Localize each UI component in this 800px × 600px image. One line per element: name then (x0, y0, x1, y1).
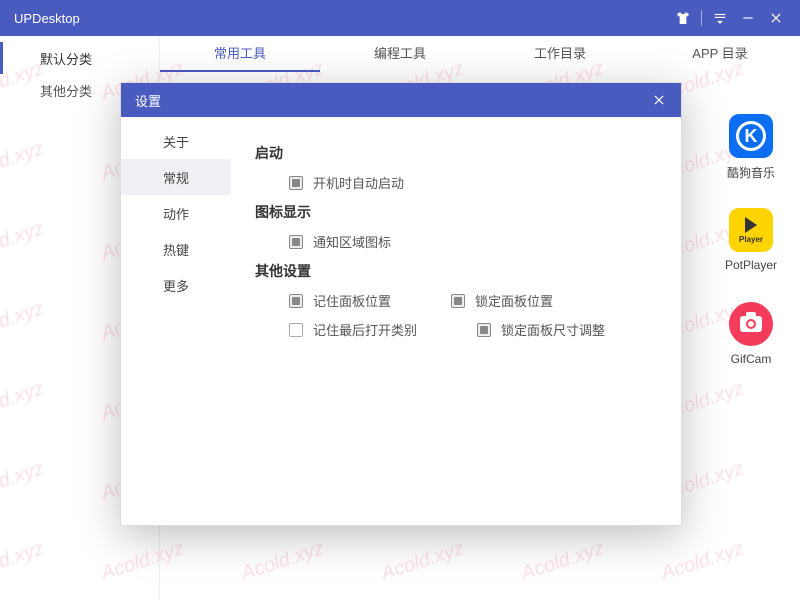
close-window-button[interactable] (762, 0, 790, 36)
section-startup-title: 启动 (255, 143, 657, 163)
option-label: 通知区域图标 (313, 232, 391, 251)
close-icon (769, 11, 783, 25)
potplayer-icon: Player (729, 208, 773, 252)
app-label: 酷狗音乐 (708, 164, 794, 181)
app-label: PotPlayer (708, 258, 794, 272)
tab-label: 常用工具 (214, 46, 266, 61)
option-auto-start[interactable]: 开机时自动启动 (289, 173, 404, 192)
tab-label: APP 目录 (692, 46, 747, 61)
settings-tab-label: 更多 (163, 276, 189, 295)
settings-tab-label: 关于 (163, 132, 189, 151)
titlebar-separator (701, 10, 702, 26)
checkbox-icon (289, 323, 303, 337)
settings-tab-general[interactable]: 常规 (121, 159, 231, 195)
modal-header: 设置 (121, 83, 681, 117)
app-shortcut[interactable]: GifCam (708, 302, 794, 366)
minimize-button[interactable] (734, 0, 762, 36)
checkbox-icon (289, 176, 303, 190)
checkbox-icon (451, 294, 465, 308)
gifcam-icon (729, 302, 773, 346)
option-label: 锁定面板尺寸调整 (501, 320, 605, 339)
option-remember-pos[interactable]: 记住面板位置 (289, 291, 391, 310)
option-label: 开机时自动启动 (313, 173, 404, 192)
option-lock-pos[interactable]: 锁定面板位置 (451, 291, 553, 310)
checkbox-icon (477, 323, 491, 337)
settings-modal: 设置 关于 常规 动作 热键 更多 启动 开机时自动启动 图标显示 通知区域图标… (120, 82, 682, 526)
option-remember-last[interactable]: 记住最后打开类别 (289, 320, 417, 339)
app-label: GifCam (708, 352, 794, 366)
tab-common-tools[interactable]: 常用工具 (160, 36, 320, 72)
tab-app-dir[interactable]: APP 目录 (640, 36, 800, 72)
section-other-title: 其他设置 (255, 261, 657, 281)
option-tray-icon[interactable]: 通知区域图标 (289, 232, 391, 251)
app-shortcut[interactable]: Player PotPlayer (708, 208, 794, 272)
option-lock-resize[interactable]: 锁定面板尺寸调整 (477, 320, 605, 339)
settings-pane: 启动 开机时自动启动 图标显示 通知区域图标 其他设置 记住面板位置 锁定面板位… (231, 117, 681, 525)
close-icon (652, 93, 666, 107)
settings-tab-label: 常规 (163, 168, 189, 187)
checkbox-icon (289, 235, 303, 249)
modal-close-button[interactable] (645, 86, 673, 114)
settings-tab-more[interactable]: 更多 (121, 267, 231, 303)
settings-tab-label: 动作 (163, 204, 189, 223)
shirt-icon (675, 10, 691, 26)
option-label: 锁定面板位置 (475, 291, 553, 310)
minimize-icon (741, 11, 755, 25)
option-label: 记住最后打开类别 (313, 320, 417, 339)
settings-tab-hotkey[interactable]: 热键 (121, 231, 231, 267)
option-label: 记住面板位置 (313, 291, 391, 310)
tab-dev-tools[interactable]: 编程工具 (320, 36, 480, 72)
sidebar-item-default[interactable]: 默认分类 (0, 42, 159, 74)
settings-tab-label: 热键 (163, 240, 189, 259)
theme-button[interactable] (669, 0, 697, 36)
modal-title: 设置 (135, 91, 161, 110)
kugou-icon: K (729, 114, 773, 158)
settings-tab-action[interactable]: 动作 (121, 195, 231, 231)
settings-tab-about[interactable]: 关于 (121, 123, 231, 159)
section-icon-title: 图标显示 (255, 202, 657, 222)
checkbox-icon (289, 294, 303, 308)
menu-button[interactable] (706, 0, 734, 36)
settings-sidebar: 关于 常规 动作 热键 更多 (121, 117, 231, 525)
app-title: UPDesktop (14, 11, 80, 26)
tab-label: 编程工具 (374, 46, 426, 61)
app-shortcut[interactable]: K 酷狗音乐 (708, 114, 794, 181)
tab-work-dir[interactable]: 工作目录 (480, 36, 640, 72)
sidebar-item-label: 默认分类 (40, 49, 92, 68)
sidebar-item-label: 其他分类 (40, 81, 92, 100)
titlebar: UPDesktop (0, 0, 800, 36)
tab-label: 工作目录 (534, 46, 586, 61)
top-tabs: 常用工具 编程工具 工作目录 APP 目录 (160, 36, 800, 72)
menu-dropdown-icon (713, 11, 727, 25)
